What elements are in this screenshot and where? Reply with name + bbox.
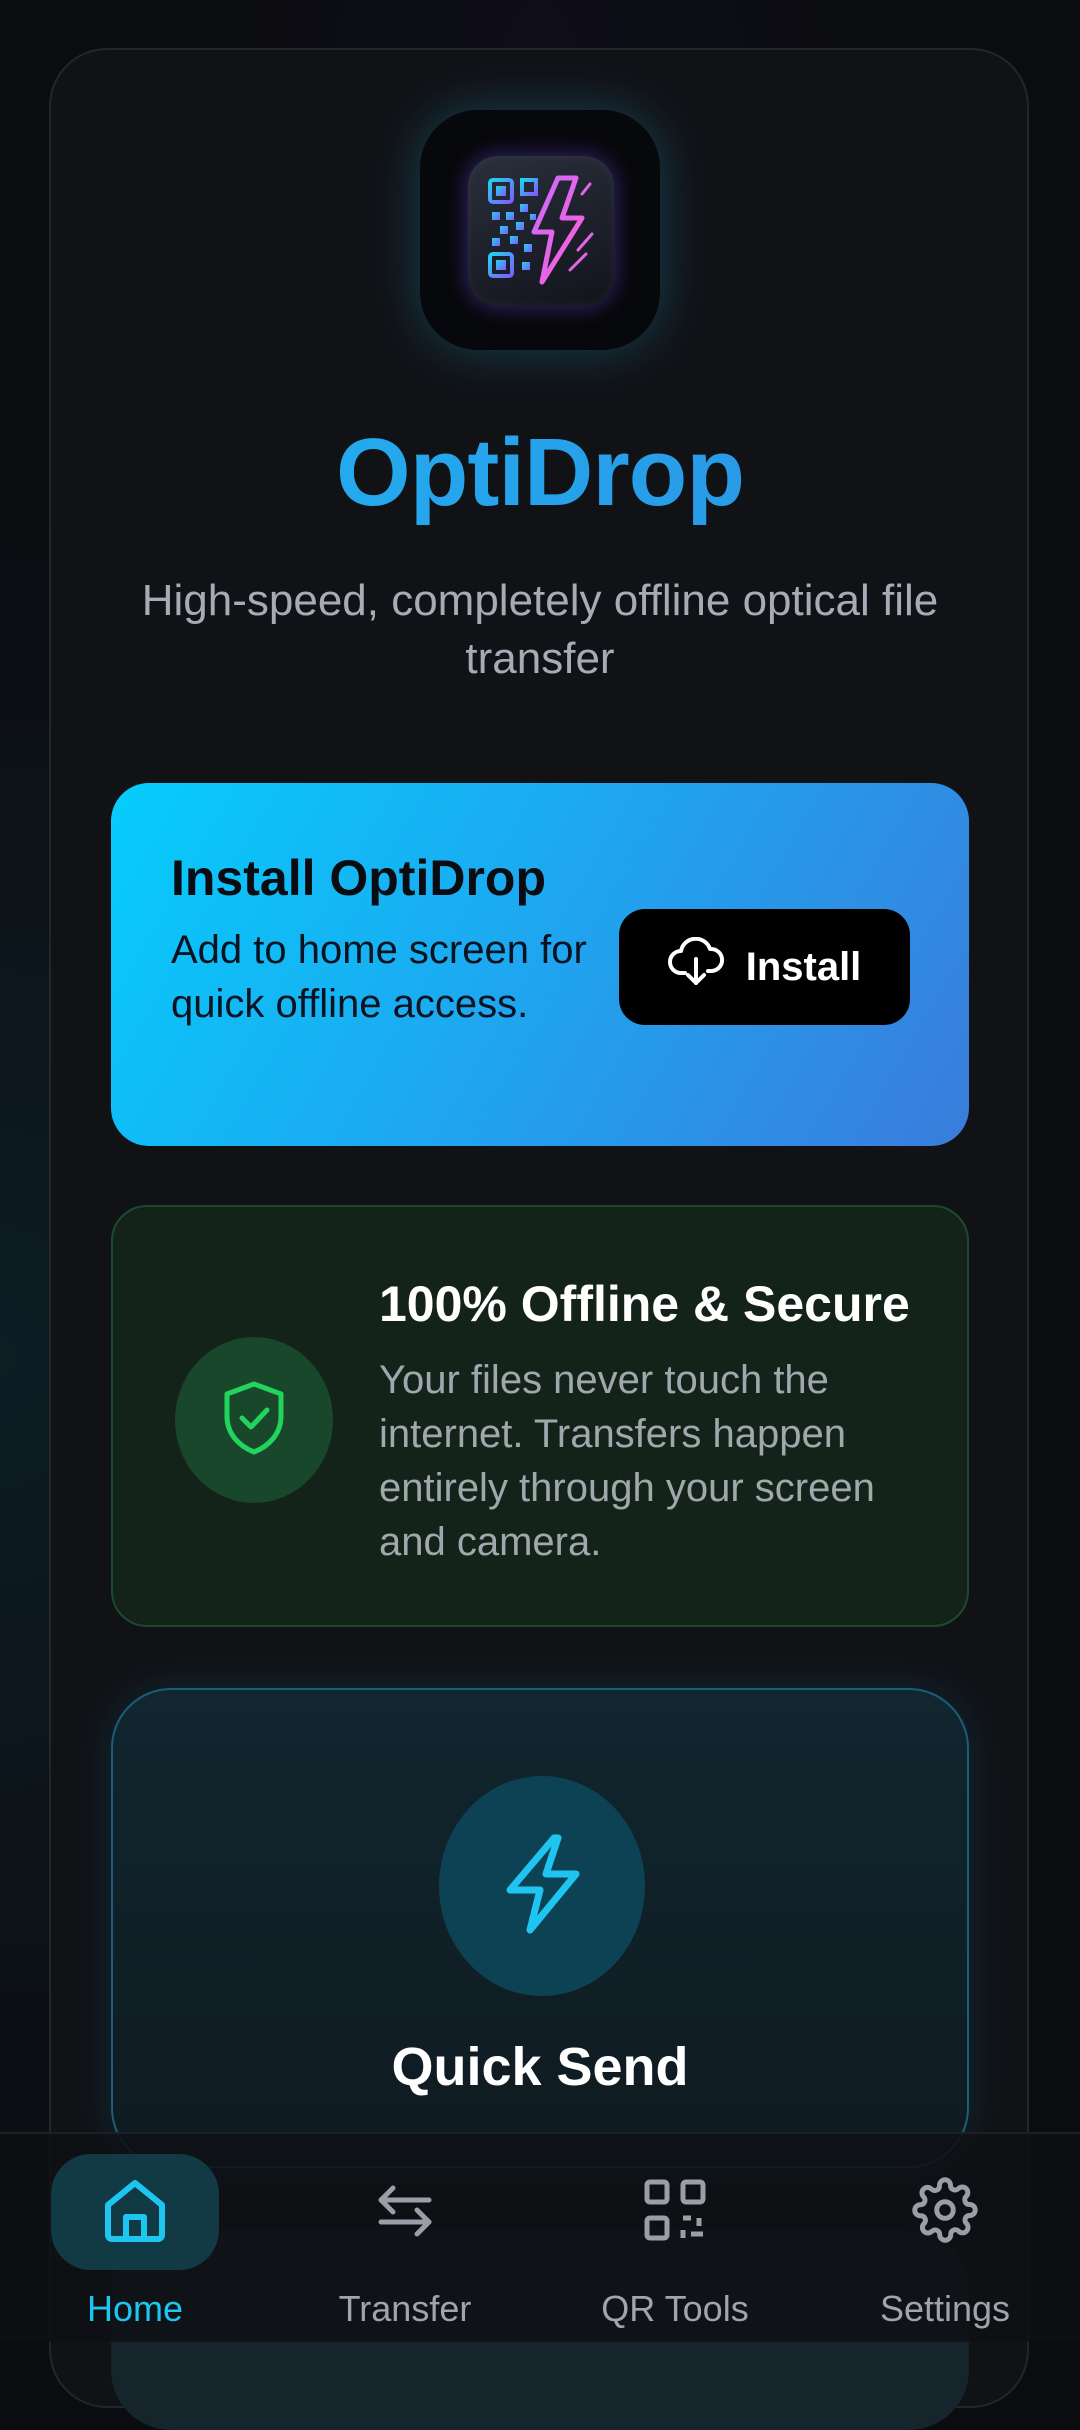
cloud-download-icon xyxy=(667,936,724,997)
nav-item-qr-tools[interactable]: QR Tools xyxy=(540,2134,810,2342)
install-banner-title: Install OptiDrop xyxy=(171,850,546,906)
quick-send-card[interactable]: Quick Send xyxy=(111,1688,969,2168)
bolt-icon xyxy=(496,1832,588,1941)
nav-item-home[interactable]: Home xyxy=(0,2134,270,2342)
bottom-navigation: Home Transfer QR Tools Settings xyxy=(0,2132,1080,2342)
quick-send-icon-badge xyxy=(439,1776,645,1996)
app-subtitle: High-speed, completely offline optical f… xyxy=(141,576,939,683)
quick-send-title: Quick Send xyxy=(391,2037,689,2097)
qr-bolt-logo-icon xyxy=(468,156,614,306)
nav-settings-icon-wrap xyxy=(861,2154,1029,2270)
nav-item-settings[interactable]: Settings xyxy=(810,2134,1080,2342)
gear-icon xyxy=(912,2176,978,2248)
nav-item-transfer[interactable]: Transfer xyxy=(270,2134,540,2342)
nav-transfer-icon-wrap xyxy=(321,2154,489,2270)
nav-label-qr-tools: QR Tools xyxy=(601,2288,749,2329)
offline-card-description: Your files never touch the internet. Tra… xyxy=(379,1358,875,1564)
app-title: OptiDrop xyxy=(0,418,1080,528)
nav-label-home: Home xyxy=(86,2288,184,2329)
nav-label-transfer: Transfer xyxy=(338,2288,472,2329)
shield-check-icon xyxy=(221,1380,287,1461)
transfer-arrows-icon xyxy=(373,2178,437,2247)
install-banner-description: Add to home screen for quick offline acc… xyxy=(171,928,587,1026)
nav-qr-icon-wrap xyxy=(591,2154,759,2270)
install-banner: Install OptiDrop Add to home screen for … xyxy=(111,783,969,1146)
qr-code-icon xyxy=(643,2178,707,2247)
nav-home-highlight xyxy=(51,2154,219,2270)
offline-card-title: 100% Offline & Secure xyxy=(379,1276,910,1332)
app-logo xyxy=(420,110,660,350)
home-icon xyxy=(100,2175,170,2250)
install-button[interactable]: Install xyxy=(619,909,910,1025)
nav-label-settings: Settings xyxy=(879,2288,1011,2329)
install-button-label: Install xyxy=(745,944,862,989)
offline-secure-card: 100% Offline & Secure Your files never t… xyxy=(111,1205,969,1627)
shield-badge xyxy=(175,1337,333,1503)
